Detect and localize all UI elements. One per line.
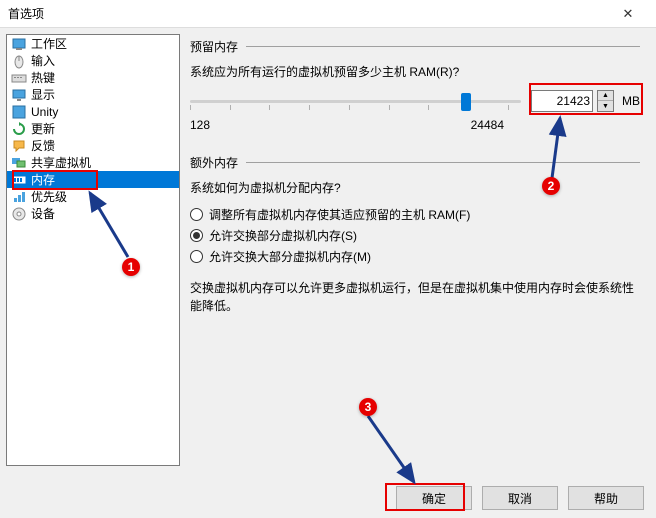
settings-pane: 预留内存 系统应为所有运行的虚拟机预留多少主机 RAM(R)? ▲	[186, 34, 650, 466]
extra-group-title: 额外内存	[190, 154, 640, 171]
content-area: 工作区 输入 热键 显示 Unity 更新 反馈 共享虚拟机	[0, 28, 656, 472]
sidebar-item-shared-vms[interactable]: 共享虚拟机	[7, 154, 179, 171]
spinner-buttons: ▲ ▼	[597, 90, 614, 112]
workspace-icon	[11, 36, 27, 52]
titlebar: 首选项	[0, 0, 656, 28]
sidebar-item-label: 共享虚拟机	[31, 154, 91, 171]
extra-question: 系统如何为虚拟机分配内存?	[190, 179, 640, 196]
sidebar-item-devices[interactable]: 设备	[7, 205, 179, 222]
memory-spinner: ▲ ▼ MB	[531, 90, 640, 112]
sidebar-item-memory[interactable]: 内存	[7, 171, 179, 188]
sidebar-item-workspace[interactable]: 工作区	[7, 35, 179, 52]
reserved-memory-group: 预留内存	[190, 38, 640, 55]
sidebar-item-label: 内存	[31, 171, 55, 188]
keyboard-icon	[11, 70, 27, 86]
priority-icon	[11, 189, 27, 205]
sidebar: 工作区 输入 热键 显示 Unity 更新 反馈 共享虚拟机	[6, 34, 180, 466]
radio-icon	[190, 229, 203, 242]
callout-2: 2	[542, 177, 560, 195]
sidebar-item-hotkeys[interactable]: 热键	[7, 69, 179, 86]
close-button[interactable]	[608, 0, 648, 28]
dialog-buttons: 确定 取消 帮助	[396, 486, 644, 510]
memory-unit: MB	[622, 94, 640, 108]
sidebar-item-feedback[interactable]: 反馈	[7, 137, 179, 154]
memory-input[interactable]	[531, 90, 593, 112]
sidebar-item-label: 优先级	[31, 188, 67, 205]
sidebar-item-label: 更新	[31, 120, 55, 137]
ok-button[interactable]: 确定	[396, 486, 472, 510]
sidebar-item-label: 反馈	[31, 137, 55, 154]
radio-swap-most[interactable]: 允许交换大部分虚拟机内存(M)	[190, 248, 640, 265]
mouse-icon	[11, 53, 27, 69]
display-icon	[11, 87, 27, 103]
refresh-icon	[11, 121, 27, 137]
spinner-up[interactable]: ▲	[598, 91, 613, 101]
memory-icon	[11, 172, 27, 188]
shared-vm-icon	[11, 155, 27, 171]
spinner-down[interactable]: ▼	[598, 101, 613, 111]
sidebar-item-label: 设备	[31, 205, 55, 222]
callout-3: 3	[359, 398, 377, 416]
sidebar-item-label: 输入	[31, 52, 55, 69]
radio-icon	[190, 208, 203, 221]
help-button[interactable]: 帮助	[568, 486, 644, 510]
sidebar-item-display[interactable]: 显示	[7, 86, 179, 103]
window-title: 首选项	[8, 5, 608, 22]
memory-slider[interactable]	[190, 91, 521, 111]
swap-note: 交换虚拟机内存可以允许更多虚拟机运行，但是在虚拟机集中使用内存时会使系统性能降低…	[190, 279, 640, 315]
radio-icon	[190, 250, 203, 263]
sidebar-item-updates[interactable]: 更新	[7, 120, 179, 137]
reserved-question: 系统应为所有运行的虚拟机预留多少主机 RAM(R)?	[190, 63, 640, 80]
radio-label: 允许交换部分虚拟机内存(S)	[209, 227, 357, 244]
radio-swap-some[interactable]: 允许交换部分虚拟机内存(S)	[190, 227, 640, 244]
sidebar-item-label: 显示	[31, 86, 55, 103]
sidebar-item-priority[interactable]: 优先级	[7, 188, 179, 205]
sidebar-item-label: Unity	[31, 105, 58, 119]
sidebar-item-unity[interactable]: Unity	[7, 103, 179, 120]
slider-handle[interactable]	[461, 93, 471, 111]
cd-icon	[11, 206, 27, 222]
radio-fit-reserved[interactable]: 调整所有虚拟机内存使其适应预留的主机 RAM(F)	[190, 206, 640, 223]
slider-rail	[190, 100, 521, 103]
slider-min-label: 128	[190, 118, 210, 132]
reserved-group-title: 预留内存	[190, 38, 640, 55]
memory-slider-row: ▲ ▼ MB	[190, 90, 640, 112]
slider-range-labels: 128 24484	[190, 118, 504, 132]
sidebar-item-label: 热键	[31, 69, 55, 86]
sidebar-item-input[interactable]: 输入	[7, 52, 179, 69]
sidebar-item-label: 工作区	[31, 35, 67, 52]
unity-icon	[11, 104, 27, 120]
slider-max-label: 24484	[471, 118, 504, 132]
radio-label: 允许交换大部分虚拟机内存(M)	[209, 248, 371, 265]
cancel-button[interactable]: 取消	[482, 486, 558, 510]
radio-label: 调整所有虚拟机内存使其适应预留的主机 RAM(F)	[209, 206, 470, 223]
callout-1: 1	[122, 258, 140, 276]
extra-memory-group: 额外内存	[190, 154, 640, 171]
feedback-icon	[11, 138, 27, 154]
